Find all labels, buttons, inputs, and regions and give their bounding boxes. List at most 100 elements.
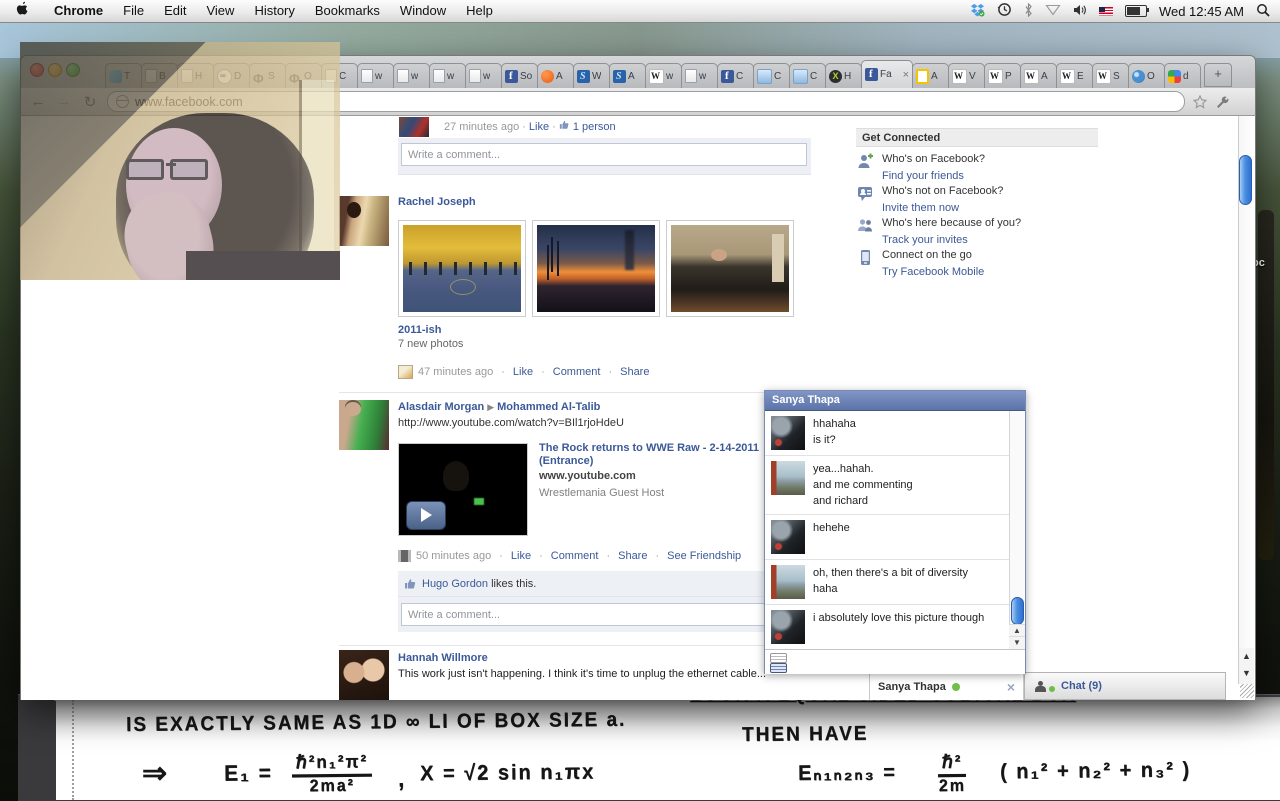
chat-message-text: oh, then there's a bit of diversity bbox=[813, 565, 968, 581]
tab-title: S bbox=[1113, 71, 1120, 82]
browser-tab[interactable]: d bbox=[1164, 63, 1201, 88]
time-machine-icon[interactable] bbox=[997, 2, 1012, 20]
menu-view[interactable]: View bbox=[196, 0, 244, 22]
browser-tab[interactable]: w bbox=[465, 63, 502, 88]
browser-tab[interactable]: A bbox=[537, 63, 574, 88]
browser-tab[interactable]: A bbox=[1020, 63, 1057, 88]
apple-menu-icon[interactable] bbox=[0, 0, 44, 22]
browser-tab[interactable]: So bbox=[501, 63, 538, 88]
chat-bubble-icon bbox=[770, 653, 787, 663]
sidebar-action-link[interactable]: Track your invites bbox=[882, 234, 968, 246]
share-link[interactable]: Share bbox=[618, 550, 647, 562]
scroll-down-icon[interactable]: ▼ bbox=[1239, 665, 1254, 682]
comment-input[interactable] bbox=[401, 143, 807, 166]
album-photo[interactable] bbox=[666, 220, 794, 317]
new-tab-button[interactable]: + bbox=[1204, 63, 1232, 87]
scroll-down-icon[interactable]: ▼ bbox=[1009, 636, 1025, 649]
sidebar-action-link[interactable]: Invite them now bbox=[882, 202, 959, 214]
see-friendship-link[interactable]: See Friendship bbox=[667, 550, 741, 562]
post-author-link[interactable]: Hannah Willmore bbox=[398, 652, 488, 664]
sidebar-action-link[interactable]: Try Facebook Mobile bbox=[882, 266, 984, 278]
post-author-link[interactable]: Rachel Joseph bbox=[398, 196, 476, 208]
avatar[interactable] bbox=[339, 650, 389, 700]
menu-window[interactable]: Window bbox=[390, 0, 456, 22]
browser-tab[interactable]: w bbox=[645, 63, 682, 88]
likers-link[interactable]: 1 person bbox=[573, 121, 616, 133]
browser-tab[interactable]: A bbox=[912, 63, 949, 88]
video-title-link[interactable]: The Rock returns to WWE Raw - 2-14-2011 … bbox=[539, 442, 779, 468]
bluetooth-icon[interactable] bbox=[1024, 3, 1033, 20]
browser-tab[interactable]: P bbox=[984, 63, 1021, 88]
share-link[interactable]: Share bbox=[620, 366, 649, 378]
browser-tab[interactable]: W bbox=[573, 63, 610, 88]
menu-bar-clock[interactable]: Wed 12:45 AM bbox=[1159, 4, 1244, 19]
comment-input[interactable] bbox=[401, 603, 807, 626]
sidebar-action-link[interactable]: Find your friends bbox=[882, 170, 964, 182]
page-scrollbar-thumb[interactable] bbox=[1239, 155, 1252, 205]
menu-file[interactable]: File bbox=[113, 0, 154, 22]
browser-tab[interactable]: w bbox=[357, 63, 394, 88]
handwriting-eq3-lhs: Eₙ₁ₙ₂ₙ₃ = bbox=[798, 759, 897, 787]
browser-tab[interactable]: V bbox=[948, 63, 985, 88]
like-link[interactable]: Like bbox=[513, 366, 533, 378]
browser-tab[interactable]: A bbox=[609, 63, 646, 88]
browser-tab[interactable]: w bbox=[429, 63, 466, 88]
menu-history[interactable]: History bbox=[244, 0, 304, 22]
menu-chrome[interactable]: Chrome bbox=[44, 0, 113, 22]
comment-link[interactable]: Comment bbox=[553, 366, 601, 378]
browser-tab[interactable]: S bbox=[1092, 63, 1129, 88]
browser-tab[interactable]: O bbox=[1128, 63, 1165, 88]
chat-avatar bbox=[771, 461, 805, 495]
browser-tab[interactable]: H bbox=[825, 63, 862, 88]
wrench-menu-icon[interactable] bbox=[1215, 94, 1230, 109]
post-thumbnail[interactable] bbox=[399, 117, 429, 137]
tab-title: w bbox=[699, 71, 706, 82]
browser-tab[interactable]: w bbox=[393, 63, 430, 88]
comment-link[interactable]: Comment bbox=[551, 550, 599, 562]
video-thumbnail[interactable] bbox=[398, 443, 528, 536]
browser-tab[interactable]: C bbox=[753, 63, 790, 88]
resize-grip[interactable] bbox=[1240, 684, 1254, 698]
post-meta-row: 47 minutes agoLikeCommentShare bbox=[398, 365, 649, 379]
bookmark-star-icon[interactable] bbox=[1193, 95, 1207, 109]
chat-bar[interactable]: Chat (9) bbox=[1024, 672, 1226, 700]
wifi-icon[interactable] bbox=[1045, 4, 1061, 19]
like-link[interactable]: Like bbox=[529, 121, 549, 133]
post-author-link[interactable]: Alasdair Morgan bbox=[398, 401, 484, 413]
browser-tab[interactable]: C bbox=[789, 63, 826, 88]
chat-scrollbar[interactable]: ▲ ▼ bbox=[1009, 411, 1025, 649]
likes-row: Hugo Gordon likes this. bbox=[398, 571, 811, 597]
page-scroll-arrows[interactable]: ▲ ▼ bbox=[1238, 648, 1254, 684]
album-title-link[interactable]: 2011-ish bbox=[398, 324, 441, 336]
album-photo[interactable] bbox=[398, 220, 526, 317]
liker-link[interactable]: Hugo Gordon bbox=[422, 578, 488, 590]
chat-tab-sanya[interactable]: Sanya Thapa × bbox=[869, 672, 1024, 700]
album-photo[interactable] bbox=[532, 220, 660, 317]
menu-edit[interactable]: Edit bbox=[154, 0, 196, 22]
menu-bookmarks[interactable]: Bookmarks bbox=[305, 0, 390, 22]
spotlight-icon[interactable] bbox=[1256, 3, 1270, 20]
like-link[interactable]: Like bbox=[511, 550, 531, 562]
tab-close-icon[interactable]: × bbox=[903, 69, 909, 81]
play-button-icon[interactable] bbox=[406, 501, 446, 530]
chat-header[interactable]: Sanya Thapa bbox=[765, 391, 1025, 411]
browser-tab[interactable]: w bbox=[681, 63, 718, 88]
scroll-up-icon[interactable]: ▲ bbox=[1239, 648, 1254, 665]
post-recipient-link[interactable]: Mohammed Al-Talib bbox=[497, 401, 600, 413]
menu-help[interactable]: Help bbox=[456, 0, 503, 22]
post-time: 27 minutes ago bbox=[444, 121, 519, 133]
avatar[interactable] bbox=[339, 196, 389, 246]
input-language-flag-icon[interactable] bbox=[1099, 7, 1113, 16]
chat-scrollbar-thumb[interactable] bbox=[1011, 597, 1024, 625]
battery-icon[interactable] bbox=[1125, 5, 1147, 17]
browser-tab[interactable]: C bbox=[717, 63, 754, 88]
close-icon[interactable]: × bbox=[1007, 679, 1015, 695]
volume-icon[interactable] bbox=[1073, 4, 1087, 19]
dropbox-icon[interactable] bbox=[970, 3, 985, 20]
avatar[interactable] bbox=[339, 400, 389, 450]
browser-tab[interactable]: E bbox=[1056, 63, 1093, 88]
shared-link-text[interactable]: http://www.youtube.com/watch?v=BIl1rjoHd… bbox=[398, 417, 624, 429]
video-source: www.youtube.com bbox=[539, 470, 636, 482]
tab-active-facebook[interactable]: Fa× bbox=[861, 60, 913, 88]
chat-input-area[interactable] bbox=[765, 649, 1025, 674]
